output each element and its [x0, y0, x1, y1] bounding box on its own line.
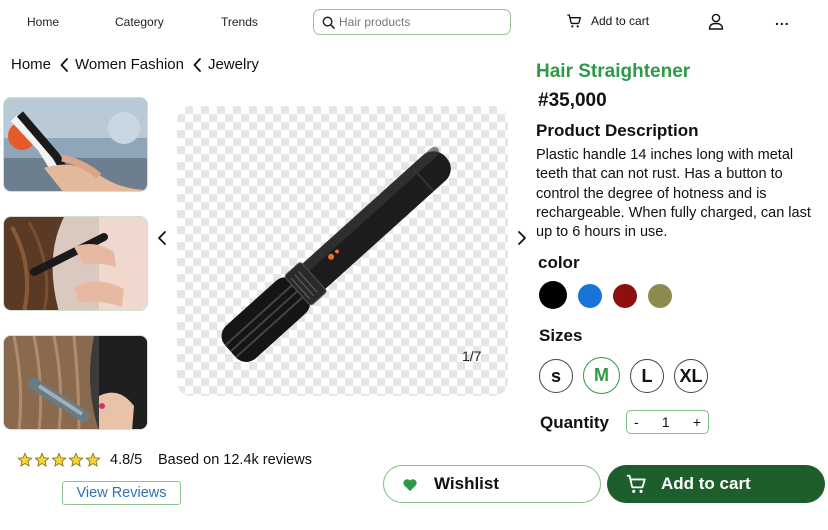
quantity-label: Quantity	[540, 413, 609, 432]
review-count: Based on 12.4k reviews	[158, 452, 312, 468]
wishlist-label: Wishlist	[434, 474, 500, 493]
color-label: color	[538, 253, 580, 272]
size-options: s M L XL	[539, 357, 708, 394]
add-to-cart-button[interactable]: Add to cart	[607, 465, 825, 503]
thumbnail-image	[4, 98, 147, 191]
quantity-value[interactable]: 1	[662, 414, 670, 430]
nav-add-to-cart[interactable]: Add to cart	[566, 13, 649, 29]
heart-icon	[403, 478, 417, 491]
hair-straightener-image	[221, 146, 451, 362]
product-price: #35,000	[538, 90, 607, 111]
add-to-cart-label: Add to cart	[661, 474, 751, 493]
rating-value: 4.8/5	[110, 452, 143, 468]
star-icon	[17, 452, 33, 467]
user-icon[interactable]	[708, 13, 724, 30]
color-swatches	[539, 281, 672, 309]
sizes-label: Sizes	[539, 326, 583, 345]
more-menu-icon[interactable]: ...	[775, 12, 790, 28]
thumbnail-image	[4, 336, 147, 429]
quantity-decrease-button[interactable]: -	[634, 414, 639, 430]
thumbnail-2[interactable]	[3, 216, 148, 311]
star-icon	[34, 452, 50, 467]
next-image-chevron-icon[interactable]	[516, 230, 528, 246]
color-swatch-black[interactable]	[539, 281, 567, 309]
quantity-increase-button[interactable]: +	[693, 414, 701, 430]
color-swatch-olive[interactable]	[648, 284, 672, 308]
star-icon	[68, 452, 84, 467]
size-option-m[interactable]: M	[583, 357, 620, 394]
star-icon	[85, 452, 101, 467]
search-input[interactable]	[339, 15, 499, 29]
thumbnail-image	[4, 217, 147, 310]
description-heading: Product Description	[536, 121, 699, 140]
nav-home[interactable]: Home	[27, 15, 59, 29]
size-option-xl[interactable]: XL	[674, 359, 708, 393]
breadcrumb: Home Women Fashion Jewelry	[11, 56, 259, 73]
thumbnail-3[interactable]	[3, 335, 148, 430]
size-option-l[interactable]: L	[630, 359, 664, 393]
thumbnail-1[interactable]	[3, 97, 148, 192]
wishlist-button[interactable]: Wishlist	[383, 465, 601, 503]
color-swatch-blue[interactable]	[578, 284, 602, 308]
chevron-left-icon	[193, 57, 201, 72]
search-icon	[322, 16, 335, 29]
nav-category[interactable]: Category	[115, 15, 164, 29]
rating-stars	[17, 452, 101, 468]
cart-icon	[567, 14, 581, 28]
product-title: Hair Straightener	[536, 61, 691, 82]
cart-icon	[626, 474, 646, 493]
size-option-s[interactable]: s	[539, 359, 573, 393]
breadcrumb-jewelry[interactable]: Jewelry	[208, 56, 259, 73]
nav-trends[interactable]: Trends	[221, 15, 258, 29]
color-swatch-red[interactable]	[613, 284, 637, 308]
breadcrumb-women-fashion[interactable]: Women Fashion	[75, 56, 184, 73]
view-reviews-button[interactable]: View Reviews	[62, 481, 181, 505]
main-product-image	[177, 106, 508, 396]
breadcrumb-home[interactable]: Home	[11, 56, 51, 73]
search-bar[interactable]	[313, 9, 511, 35]
nav-add-to-cart-label: Add to cart	[591, 14, 650, 28]
star-icon	[51, 452, 67, 467]
product-description: Plastic handle 14 inches long with metal…	[536, 147, 811, 241]
quantity-stepper: - 1 +	[626, 410, 709, 434]
chevron-left-icon	[60, 57, 68, 72]
image-counter: 1/7	[462, 348, 482, 364]
prev-image-chevron-icon[interactable]	[156, 230, 168, 246]
